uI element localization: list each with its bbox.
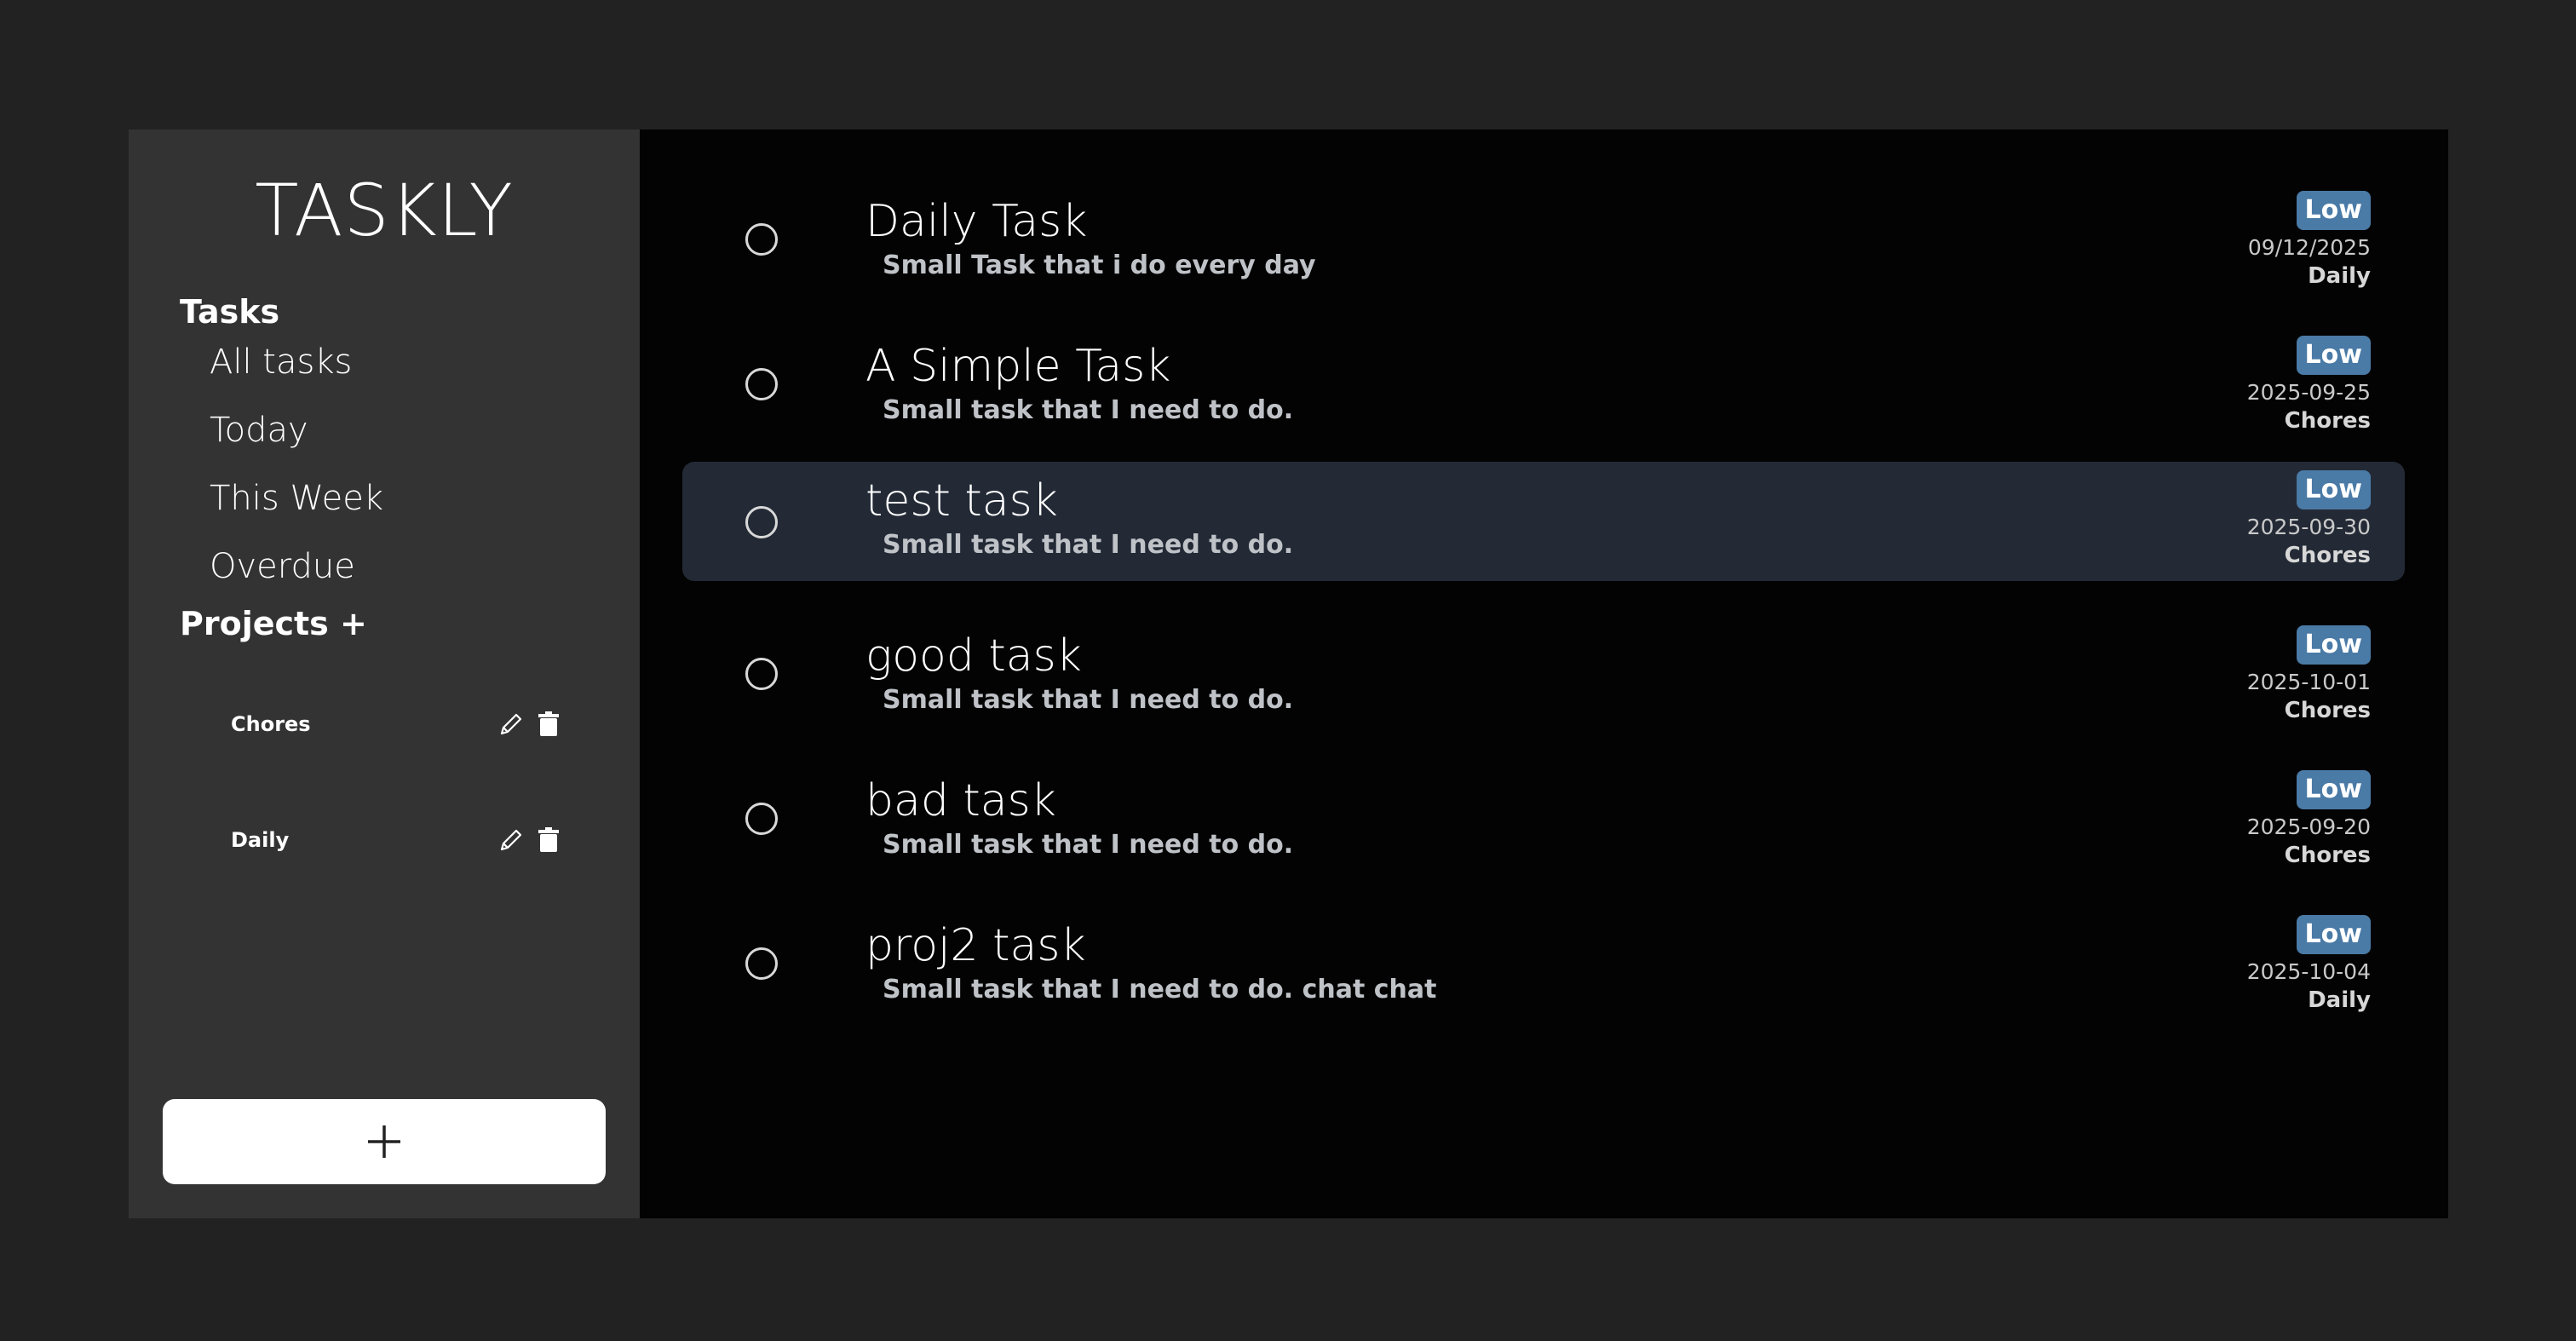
task-meta: Low 2025-10-01 Chores bbox=[2247, 625, 2371, 723]
projects-heading-add[interactable]: Projects + bbox=[180, 605, 367, 642]
due-date: 09/12/2025 bbox=[2247, 235, 2371, 260]
project-name: Chores bbox=[231, 712, 311, 736]
trash-icon[interactable] bbox=[534, 710, 563, 739]
priority-badge: Low bbox=[2296, 470, 2371, 509]
task-row[interactable]: bad task Small task that I need to do. L… bbox=[682, 758, 2405, 878]
nav-overdue[interactable]: Overdue bbox=[210, 547, 355, 586]
task-list: Daily Task Small Task that i do every da… bbox=[640, 129, 2448, 1218]
task-meta: Low 2025-09-25 Chores bbox=[2247, 336, 2371, 434]
priority-badge: Low bbox=[2296, 770, 2371, 809]
nav-all-tasks[interactable]: All tasks bbox=[210, 342, 352, 382]
task-project: Chores bbox=[2284, 408, 2371, 434]
task-row[interactable]: Daily Task Small Task that i do every da… bbox=[682, 179, 2405, 298]
nav-today[interactable]: Today bbox=[210, 411, 308, 450]
due-date: 2025-09-25 bbox=[2246, 380, 2371, 405]
priority-badge: Low bbox=[2296, 915, 2371, 954]
task-title: Daily Task bbox=[865, 196, 1088, 247]
pencil-icon[interactable] bbox=[497, 826, 526, 855]
pencil-icon[interactable] bbox=[497, 710, 526, 739]
task-row[interactable]: proj2 task Small task that I need to do.… bbox=[682, 903, 2405, 1022]
task-title: A Simple Task bbox=[865, 341, 1171, 392]
task-project: Chores bbox=[2284, 543, 2371, 568]
priority-badge: Low bbox=[2296, 336, 2371, 375]
complete-checkbox[interactable] bbox=[745, 223, 778, 256]
app-logo: TASKLY bbox=[255, 169, 514, 252]
task-meta: Low 09/12/2025 Daily bbox=[2248, 191, 2371, 289]
task-description: Small task that I need to do. bbox=[883, 685, 1294, 715]
complete-checkbox[interactable] bbox=[745, 368, 778, 400]
task-description: Small task that I need to do. chat chat bbox=[883, 975, 1437, 1004]
trash-icon[interactable] bbox=[534, 826, 563, 855]
complete-checkbox[interactable] bbox=[745, 947, 778, 980]
project-item-chores[interactable]: Chores bbox=[231, 699, 563, 750]
project-item-daily[interactable]: Daily bbox=[231, 814, 563, 866]
due-date: 2025-09-30 bbox=[2246, 515, 2371, 539]
task-description: Small task that I need to do. bbox=[883, 395, 1294, 425]
priority-badge: Low bbox=[2296, 625, 2371, 665]
due-date: 2025-09-20 bbox=[2246, 814, 2371, 839]
tasks-heading: Tasks bbox=[180, 293, 280, 331]
task-description: Small task that I need to do. bbox=[883, 530, 1294, 560]
task-description: Small Task that i do every day bbox=[883, 250, 1316, 280]
plus-icon bbox=[368, 1125, 400, 1158]
project-name: Daily bbox=[231, 828, 290, 852]
add-task-button[interactable] bbox=[163, 1099, 606, 1184]
priority-badge: Low bbox=[2296, 191, 2371, 230]
task-row[interactable]: good task Small task that I need to do. … bbox=[682, 613, 2405, 733]
due-date: 2025-10-04 bbox=[2246, 959, 2371, 984]
task-meta: Low 2025-09-20 Chores bbox=[2247, 770, 2371, 868]
task-project: Daily bbox=[2308, 263, 2371, 289]
task-title: bad task bbox=[865, 775, 1056, 826]
complete-checkbox[interactable] bbox=[745, 803, 778, 835]
sidebar: TASKLY Tasks All tasks Today This Week O… bbox=[129, 129, 640, 1218]
nav-this-week[interactable]: This Week bbox=[210, 479, 383, 518]
task-row-selected[interactable]: test task Small task that I need to do. … bbox=[682, 462, 2405, 581]
task-title: good task bbox=[865, 630, 1082, 682]
task-project: Daily bbox=[2308, 987, 2371, 1013]
task-meta: Low 2025-09-30 Chores bbox=[2247, 470, 2371, 568]
task-title: test task bbox=[865, 475, 1058, 527]
task-project: Chores bbox=[2284, 698, 2371, 723]
task-description: Small task that I need to do. bbox=[883, 830, 1294, 860]
due-date: 2025-10-01 bbox=[2246, 670, 2371, 694]
task-row[interactable]: A Simple Task Small task that I need to … bbox=[682, 324, 2405, 443]
task-meta: Low 2025-10-04 Daily bbox=[2247, 915, 2371, 1013]
task-title: proj2 task bbox=[865, 920, 1086, 971]
complete-checkbox[interactable] bbox=[745, 506, 778, 538]
complete-checkbox[interactable] bbox=[745, 658, 778, 690]
task-project: Chores bbox=[2284, 843, 2371, 868]
app-window: TASKLY Tasks All tasks Today This Week O… bbox=[129, 129, 2448, 1218]
